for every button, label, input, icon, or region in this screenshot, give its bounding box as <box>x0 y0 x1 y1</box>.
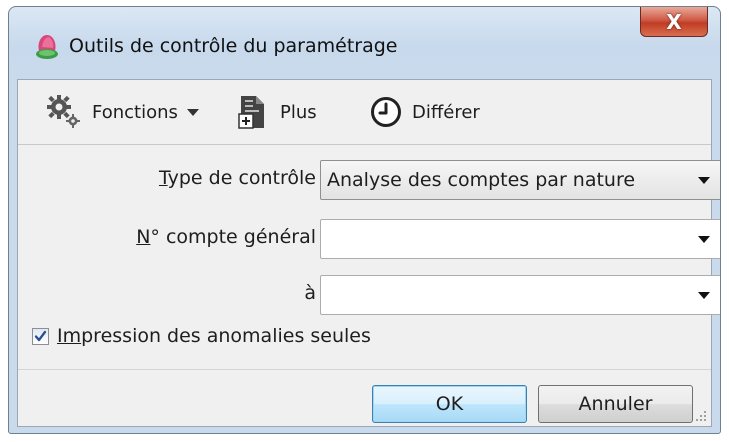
toolbar: Fonctions Plus Différer <box>18 80 711 145</box>
functions-label: Fonctions <box>92 101 178 123</box>
chevron-down-icon <box>698 235 710 243</box>
anomalies-only-checkbox[interactable] <box>32 327 49 345</box>
defer-button[interactable]: Différer <box>370 80 480 144</box>
gear-icon <box>47 95 80 128</box>
clock-icon <box>371 97 401 127</box>
more-label: Plus <box>280 101 317 123</box>
close-icon: X <box>666 9 682 34</box>
anomalies-only-option[interactable]: Impression des anomalies seules <box>32 325 371 347</box>
dialog-client-area: Fonctions Plus Différer Type de contrôle… <box>17 79 720 427</box>
dialog-footer: OK Annuler <box>18 369 711 426</box>
checkmark-icon <box>34 330 47 341</box>
account-to-combo[interactable] <box>320 275 720 315</box>
resize-grip-icon[interactable] <box>695 410 707 422</box>
chevron-down-icon <box>698 176 710 184</box>
title-bar[interactable]: Outils de contrôle du paramétrage X <box>9 7 720 79</box>
defer-label: Différer <box>412 101 480 123</box>
chevron-down-icon <box>698 291 710 299</box>
account-from-label: N° compte général <box>136 226 316 248</box>
anomalies-only-label: Impression des anomalies seules <box>57 325 371 347</box>
window-title: Outils de contrôle du paramétrage <box>69 35 398 57</box>
account-to-label: à <box>304 282 316 304</box>
ok-button[interactable]: OK <box>372 385 527 423</box>
chevron-down-icon <box>186 108 199 116</box>
app-icon <box>36 35 58 59</box>
dialog-window: Outils de contrôle du paramétrage X Fonc… <box>8 6 721 434</box>
cancel-button[interactable]: Annuler <box>538 385 693 423</box>
close-button[interactable]: X <box>640 7 708 37</box>
more-button[interactable]: Plus <box>238 80 317 144</box>
functions-menu-button[interactable]: Fonctions <box>46 80 199 144</box>
form-area: Type de contrôle Analyse des comptes par… <box>18 145 720 369</box>
control-type-value: Analyse des comptes par nature <box>327 169 636 191</box>
account-from-combo[interactable] <box>320 219 720 259</box>
document-add-icon <box>238 96 264 129</box>
control-type-label: Type de contrôle <box>158 167 316 189</box>
control-type-select[interactable]: Analyse des comptes par nature <box>320 160 720 200</box>
